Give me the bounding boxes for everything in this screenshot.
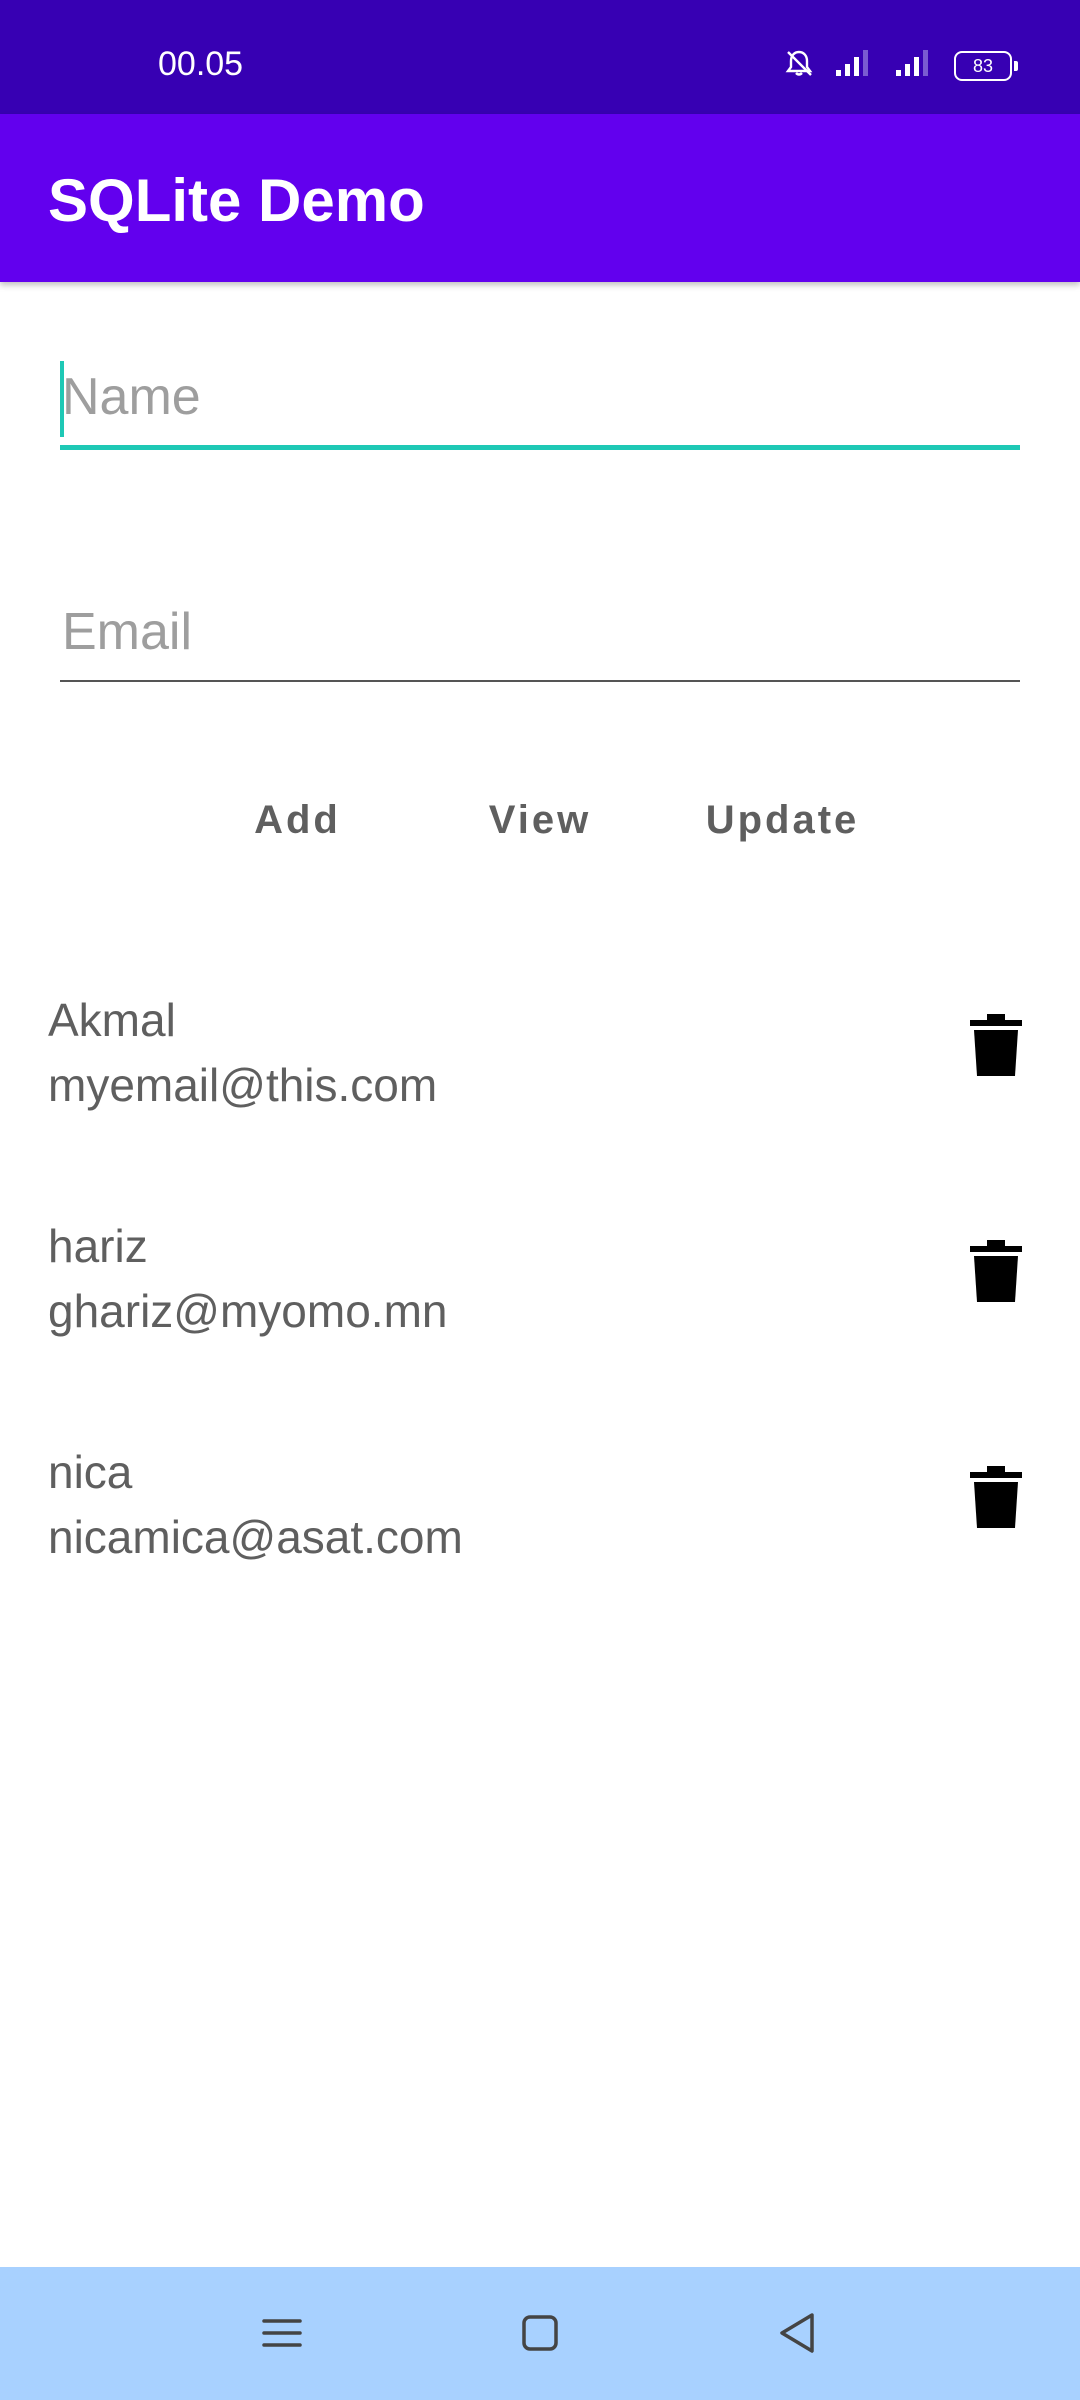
record-name: nica bbox=[48, 1446, 133, 1498]
signal-icon bbox=[894, 48, 934, 83]
navigation-bar bbox=[0, 2267, 1080, 2400]
record-name: Akmal bbox=[48, 994, 176, 1046]
email-field[interactable]: Email bbox=[60, 590, 1020, 682]
back-icon[interactable] bbox=[766, 2301, 830, 2365]
list-item[interactable]: nica nicamica@asat.com bbox=[0, 1444, 1080, 1604]
signal-icon bbox=[834, 48, 874, 83]
name-field[interactable]: Name bbox=[60, 355, 1020, 450]
add-button[interactable]: Add bbox=[230, 790, 365, 850]
menu-icon[interactable] bbox=[250, 2301, 314, 2365]
delete-icon[interactable] bbox=[970, 1240, 1022, 1302]
home-icon[interactable] bbox=[508, 2301, 572, 2365]
status-bar: 00.05 83 bbox=[0, 0, 1080, 114]
app-title: SQLite Demo bbox=[48, 167, 425, 234]
battery-icon: 83 bbox=[954, 50, 1018, 81]
action-buttons: Add View Update bbox=[0, 790, 1080, 850]
update-button[interactable]: Update bbox=[690, 790, 875, 850]
record-email: nicamica@asat.com bbox=[48, 1511, 463, 1563]
name-placeholder: Name bbox=[62, 368, 201, 426]
record-email: myemail@this.com bbox=[48, 1059, 438, 1111]
view-button[interactable]: View bbox=[465, 790, 615, 850]
email-placeholder: Email bbox=[62, 603, 193, 661]
delete-icon[interactable] bbox=[970, 1014, 1022, 1076]
list-item[interactable]: hariz ghariz@myomo.mn bbox=[0, 1218, 1080, 1378]
delete-icon[interactable] bbox=[970, 1466, 1022, 1528]
record-email: ghariz@myomo.mn bbox=[48, 1285, 448, 1337]
app-bar: SQLite Demo bbox=[0, 114, 1080, 282]
status-time: 00.05 bbox=[158, 45, 244, 83]
bell-off-icon bbox=[784, 48, 814, 83]
status-icons: 83 bbox=[784, 48, 1018, 83]
record-name: hariz bbox=[48, 1220, 148, 1272]
list-item[interactable]: Akmal myemail@this.com bbox=[0, 992, 1080, 1152]
